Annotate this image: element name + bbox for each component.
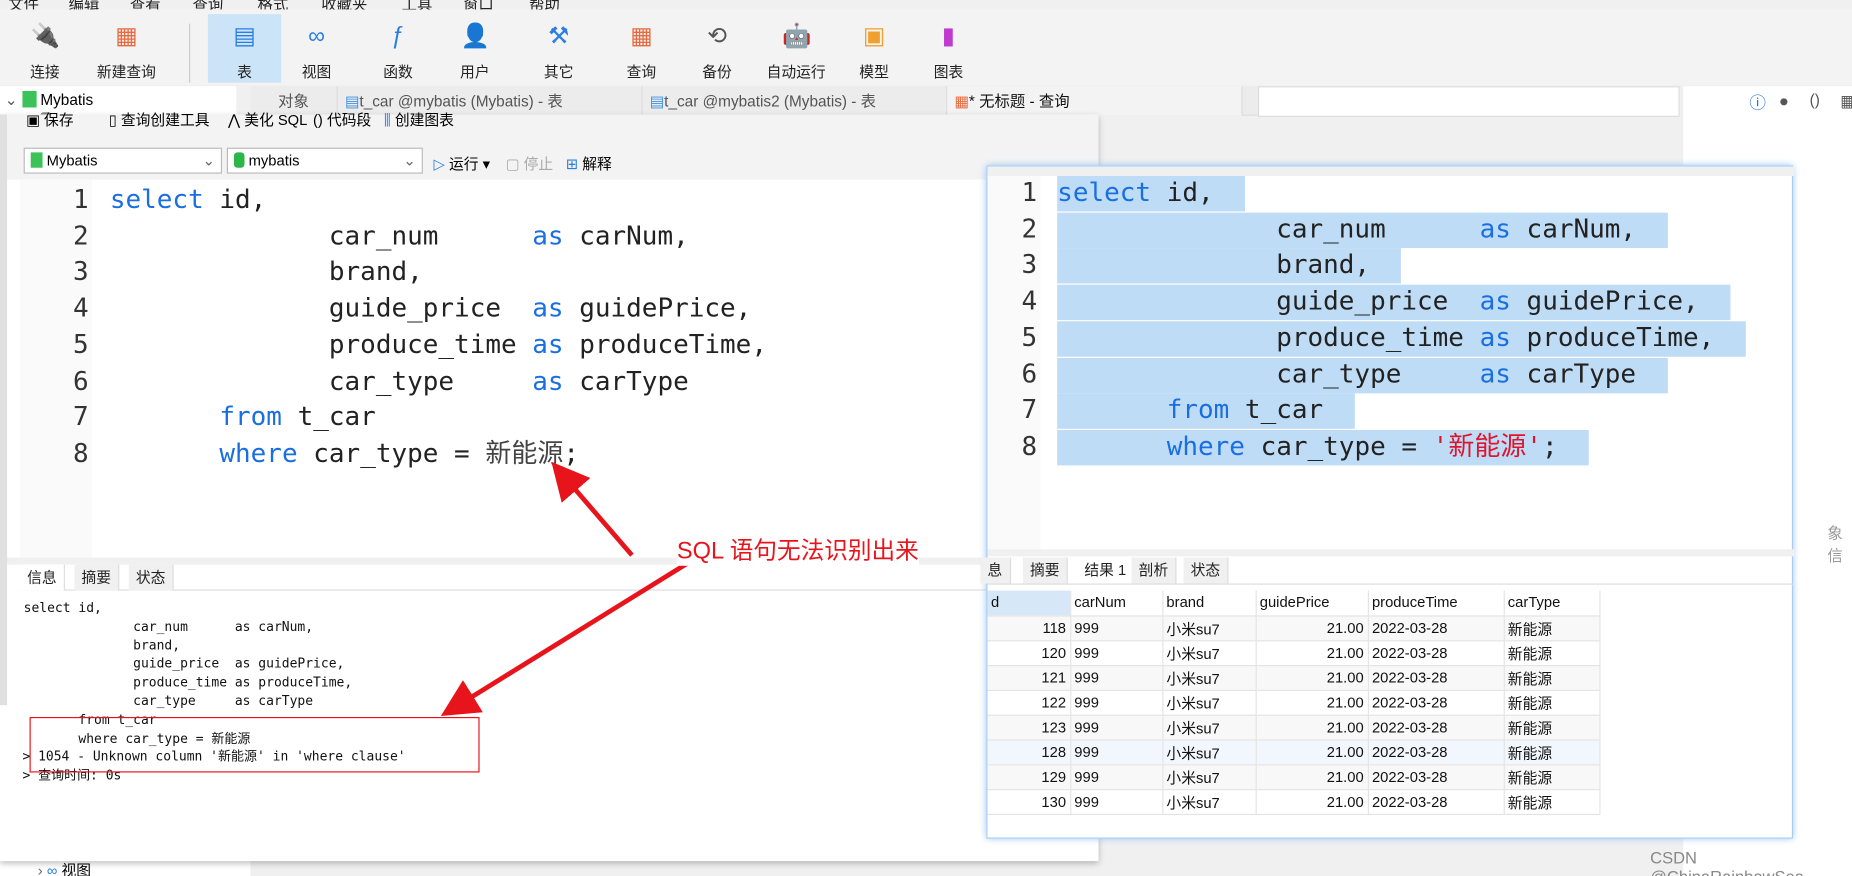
arrow-to-editor — [551, 461, 634, 557]
app-window: 文件 编辑 查看 查询 格式 收藏夹 工具 窗口 帮助 🔌 连接 ▦ 新建查询 ▤ 表 ∞ 视图 ƒ 函数 👤 用户 ⚒… — [0, 0, 1852, 876]
annotation-arrows — [440, 461, 693, 717]
annotation-text: SQL 语句无法识别出来 — [676, 531, 919, 566]
watermark: CSDN @ChinaRainbowSea — [1650, 848, 1804, 876]
arrow-to-error — [440, 559, 693, 717]
